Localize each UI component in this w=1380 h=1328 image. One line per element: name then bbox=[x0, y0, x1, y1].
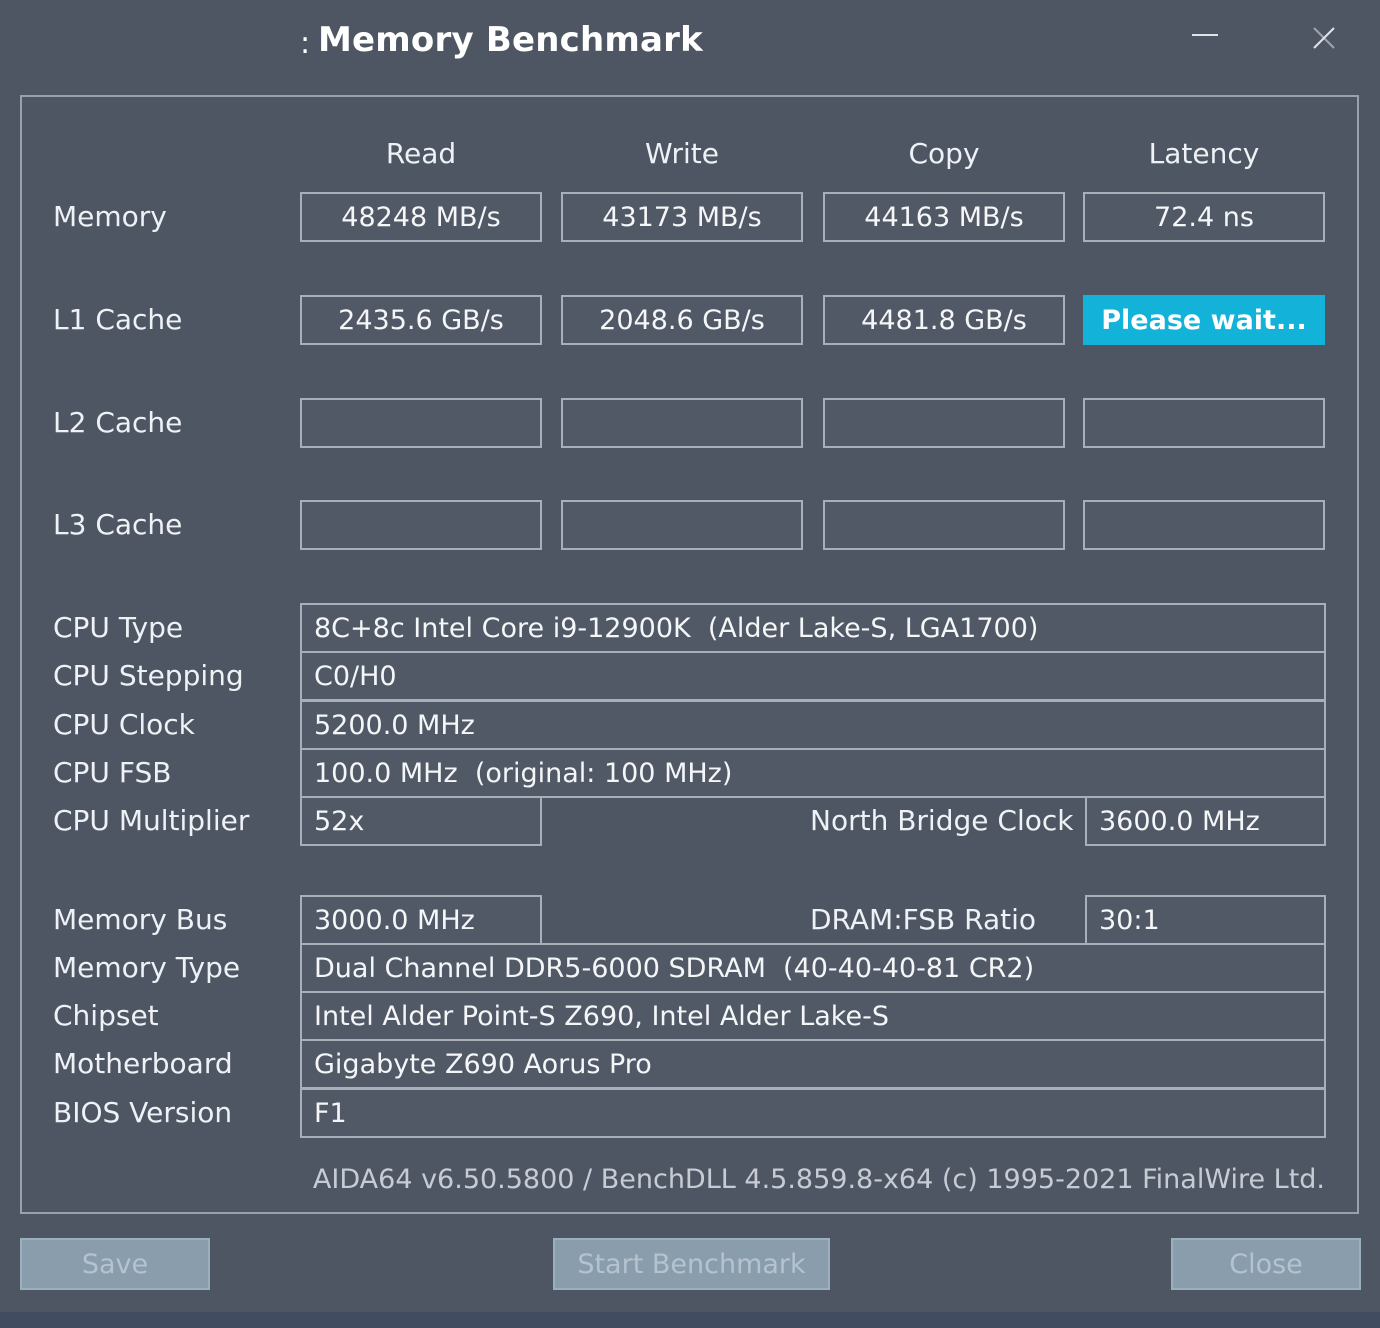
cpu-type-field: 8C+8c Intel Core i9-12900K (Alder Lake-S… bbox=[300, 603, 1326, 653]
close-icon[interactable] bbox=[1306, 20, 1342, 56]
label-dram-fsb-ratio: DRAM:FSB Ratio bbox=[810, 903, 1037, 936]
memory-copy-value: 44163 MB/s bbox=[823, 192, 1065, 242]
memory-read-value: 48248 MB/s bbox=[300, 192, 542, 242]
memory-type-field: Dual Channel DDR5-6000 SDRAM (40-40-40-8… bbox=[300, 943, 1326, 993]
chipset-field: Intel Alder Point-S Z690, Intel Alder La… bbox=[300, 991, 1326, 1041]
cpu-multiplier-field: 52x bbox=[300, 796, 542, 846]
memory-latency-value: 72.4 ns bbox=[1083, 192, 1325, 242]
window-bottom-edge bbox=[0, 1312, 1380, 1328]
l1-copy-value: 4481.8 GB/s bbox=[823, 295, 1065, 345]
label-chipset: Chipset bbox=[53, 999, 159, 1032]
version-footer: AIDA64 v6.50.5800 / BenchDLL 4.5.859.8-x… bbox=[312, 1164, 1325, 1195]
l3-copy-value bbox=[823, 500, 1065, 550]
label-north-bridge-clock: North Bridge Clock bbox=[810, 804, 1074, 837]
label-cpu-multiplier: CPU Multiplier bbox=[53, 804, 250, 837]
label-cpu-stepping: CPU Stepping bbox=[53, 659, 244, 692]
column-header-read: Read bbox=[385, 137, 457, 170]
column-header-copy: Copy bbox=[908, 137, 980, 170]
row-label-l2-cache: L2 Cache bbox=[53, 406, 183, 439]
dram-fsb-ratio-field: 30:1 bbox=[1085, 895, 1326, 945]
column-header-latency: Latency bbox=[1148, 137, 1260, 170]
l2-read-value bbox=[300, 398, 542, 448]
l3-read-value bbox=[300, 500, 542, 550]
l3-latency-value bbox=[1083, 500, 1325, 550]
start-benchmark-button[interactable]: Start Benchmark bbox=[553, 1238, 830, 1290]
l1-write-value: 2048.6 GB/s bbox=[561, 295, 803, 345]
save-button[interactable]: Save bbox=[20, 1238, 210, 1290]
close-button[interactable]: Close bbox=[1171, 1238, 1361, 1290]
row-label-memory: Memory bbox=[53, 200, 167, 233]
l1-latency-status: Please wait... bbox=[1083, 295, 1325, 345]
motherboard-field: Gigabyte Z690 Aorus Pro bbox=[300, 1039, 1326, 1089]
label-bios-version: BIOS Version bbox=[53, 1096, 233, 1129]
window-title: Memory Benchmark bbox=[318, 20, 703, 60]
row-label-l1-cache: L1 Cache bbox=[53, 303, 183, 336]
label-cpu-type: CPU Type bbox=[53, 611, 184, 644]
minimize-icon[interactable] bbox=[1190, 32, 1220, 38]
label-motherboard: Motherboard bbox=[53, 1047, 233, 1080]
label-cpu-fsb: CPU FSB bbox=[53, 756, 172, 789]
cpu-fsb-field: 100.0 MHz (original: 100 MHz) bbox=[300, 748, 1326, 798]
cpu-stepping-field: C0/H0 bbox=[300, 651, 1326, 701]
row-label-l3-cache: L3 Cache bbox=[53, 508, 183, 541]
cpu-clock-field: 5200.0 MHz bbox=[300, 700, 1326, 750]
column-header-write: Write bbox=[645, 137, 719, 170]
l1-read-value: 2435.6 GB/s bbox=[300, 295, 542, 345]
label-cpu-clock: CPU Clock bbox=[53, 708, 195, 741]
l2-write-value bbox=[561, 398, 803, 448]
bios-version-field: F1 bbox=[300, 1088, 1326, 1138]
title-prefix: : bbox=[300, 26, 311, 61]
l2-copy-value bbox=[823, 398, 1065, 448]
label-memory-type: Memory Type bbox=[53, 951, 241, 984]
memory-write-value: 43173 MB/s bbox=[561, 192, 803, 242]
memory-bus-field: 3000.0 MHz bbox=[300, 895, 542, 945]
l2-latency-value bbox=[1083, 398, 1325, 448]
label-memory-bus: Memory Bus bbox=[53, 903, 228, 936]
north-bridge-clock-field: 3600.0 MHz bbox=[1085, 796, 1326, 846]
l3-write-value bbox=[561, 500, 803, 550]
